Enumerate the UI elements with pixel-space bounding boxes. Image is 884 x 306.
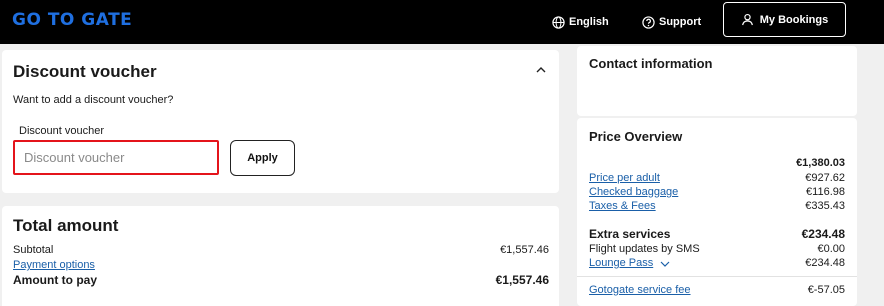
price-per-adult-value: €927.62 [805, 172, 845, 184]
lounge-pass-toggle[interactable]: Lounge Pass [589, 257, 670, 269]
globe-icon [552, 15, 565, 29]
taxes-fees-value: €335.43 [805, 200, 845, 212]
payment-options-link[interactable]: Payment options [13, 259, 95, 271]
amount-to-pay-value: €1,557.46 [495, 273, 549, 287]
flight-total-value: €1,380.03 [796, 157, 845, 169]
contact-information-card: Contact information [577, 46, 857, 116]
voucher-field-label: Discount voucher [19, 125, 104, 137]
lounge-pass-value: €234.48 [805, 257, 845, 269]
service-fee-value: €-57.05 [807, 284, 845, 296]
extra-services-label: Extra services [589, 227, 671, 241]
voucher-prompt: Want to add a discount voucher? [13, 94, 174, 106]
language-label: English [569, 16, 609, 28]
price-line-row: Price per adult €927.62 [589, 172, 845, 186]
subtotal-row: Subtotal €1,557.46 [13, 244, 549, 258]
voucher-title: Discount voucher [13, 62, 157, 81]
contact-title: Contact information [589, 56, 713, 71]
apply-button[interactable]: Apply [230, 140, 295, 176]
service-fee-link[interactable]: Gotogate service fee [589, 284, 691, 296]
price-line-row: Taxes & Fees €335.43 [589, 200, 845, 214]
price-per-adult-link[interactable]: Price per adult [589, 172, 660, 184]
taxes-fees-link[interactable]: Taxes & Fees [589, 200, 656, 212]
checked-baggage-value: €116.98 [806, 186, 845, 198]
total-amount-card: Total amount Subtotal €1,557.46 Payment … [2, 206, 559, 306]
extra-services-row: Extra services €234.48 [589, 227, 845, 241]
service-fee-row: Gotogate service fee €-57.05 [589, 284, 845, 298]
support-label: Support [659, 16, 702, 28]
sms-row: Flight updates by SMS €0.00 [589, 243, 845, 257]
flight-total-row: €1,380.03 [589, 157, 845, 171]
subtotal-value: €1,557.46 [500, 244, 549, 256]
gotogate-logo[interactable]: GO TO GATE [12, 10, 132, 30]
price-overview-card: Price Overview €1,380.03 Price per adult… [577, 118, 857, 306]
lounge-pass-link[interactable]: Lounge Pass [589, 257, 653, 269]
amount-to-pay-row: Amount to pay €1,557.46 [13, 273, 549, 289]
sms-value: €0.00 [817, 243, 845, 255]
my-bookings-label: My Bookings [759, 13, 829, 26]
lounge-pass-row: Lounge Pass €234.48 [589, 257, 845, 271]
discount-voucher-input[interactable] [13, 140, 219, 175]
help-circle-icon [642, 15, 655, 29]
extra-services-total: €234.48 [801, 227, 845, 241]
checked-baggage-link[interactable]: Checked baggage [589, 186, 678, 198]
sms-label: Flight updates by SMS [589, 243, 700, 255]
price-line-row: Checked baggage €116.98 [589, 186, 845, 200]
price-overview-title: Price Overview [589, 129, 683, 144]
support-link[interactable]: Support [642, 13, 701, 31]
total-title: Total amount [13, 216, 119, 235]
top-navigation-bar: GO TO GATE English Support My Bookings [0, 0, 884, 44]
language-selector[interactable]: English [552, 13, 609, 31]
chevron-down-icon[interactable] [660, 259, 670, 267]
my-bookings-button[interactable]: My Bookings [723, 2, 846, 37]
amount-to-pay-label: Amount to pay [13, 273, 97, 287]
discount-voucher-card: Discount voucher Want to add a discount … [2, 50, 559, 193]
user-icon [741, 13, 754, 26]
chevron-up-icon[interactable] [535, 63, 547, 75]
subtotal-label: Subtotal [13, 244, 54, 256]
divider [577, 276, 857, 277]
